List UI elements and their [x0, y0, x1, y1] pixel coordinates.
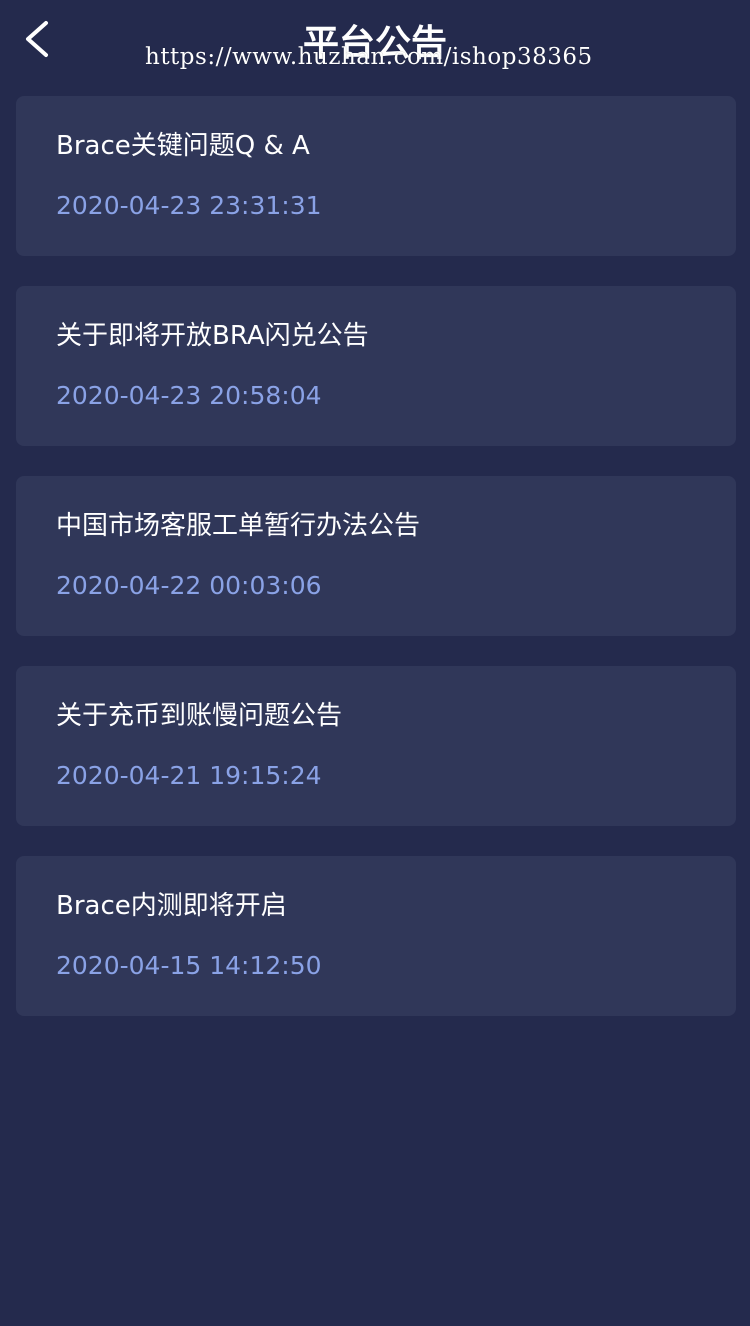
announcement-title: 中国市场客服工单暂行办法公告	[56, 511, 421, 541]
announcements-page: 平台公告 https://www.huzhan.com/ishop38365 B…	[0, 0, 750, 1326]
announcement-date: 2020-04-15 14:12:50	[56, 951, 322, 980]
announcement-date: 2020-04-23 23:31:31	[56, 191, 322, 220]
announcement-title: Brace关键问题Q & A	[56, 131, 310, 161]
announcement-title: 关于即将开放BRA闪兑公告	[56, 321, 369, 351]
announcement-card[interactable]: 关于充币到账慢问题公告 2020-04-21 19:15:24	[16, 666, 736, 826]
header-bar: 平台公告 https://www.huzhan.com/ishop38365	[0, 0, 750, 96]
announcement-list: Brace关键问题Q & A 2020-04-23 23:31:31 关于即将开…	[16, 96, 736, 1046]
announcement-card[interactable]: 关于即将开放BRA闪兑公告 2020-04-23 20:58:04	[16, 286, 736, 446]
announcement-date: 2020-04-23 20:58:04	[56, 381, 322, 410]
announcement-date: 2020-04-21 19:15:24	[56, 761, 322, 790]
announcement-card[interactable]: Brace内测即将开启 2020-04-15 14:12:50	[16, 856, 736, 1016]
watermark-text: https://www.huzhan.com/ishop38365	[145, 44, 593, 70]
announcement-card[interactable]: 中国市场客服工单暂行办法公告 2020-04-22 00:03:06	[16, 476, 736, 636]
announcement-date: 2020-04-22 00:03:06	[56, 571, 322, 600]
announcement-card[interactable]: Brace关键问题Q & A 2020-04-23 23:31:31	[16, 96, 736, 256]
announcement-title: 关于充币到账慢问题公告	[56, 701, 343, 731]
announcement-title: Brace内测即将开启	[56, 891, 287, 921]
